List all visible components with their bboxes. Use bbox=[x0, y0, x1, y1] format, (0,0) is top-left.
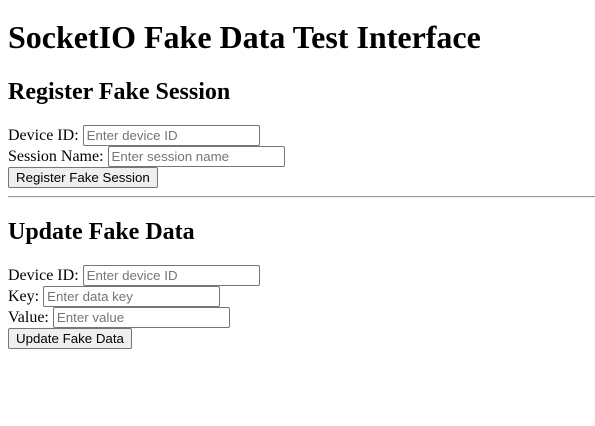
update-value-label: Value: bbox=[8, 308, 49, 326]
update-device-id-input[interactable] bbox=[82, 265, 260, 286]
register-device-row: Device ID: bbox=[8, 125, 260, 146]
register-session-label: Session Name: bbox=[8, 147, 104, 165]
update-value-input[interactable] bbox=[52, 307, 230, 328]
register-device-id-input[interactable] bbox=[82, 125, 260, 146]
update-device-row: Device ID: bbox=[8, 265, 260, 286]
register-fake-session-button[interactable]: Register Fake Session bbox=[8, 167, 158, 188]
section-divider bbox=[8, 196, 595, 198]
register-session-name-input[interactable] bbox=[107, 146, 285, 167]
register-section-heading: Register Fake Session bbox=[8, 79, 231, 105]
update-value-row: Value: bbox=[8, 307, 230, 328]
register-session-row: Session Name: bbox=[8, 146, 285, 167]
page-title: SocketIO Fake Data Test Interface bbox=[8, 19, 481, 55]
update-section-heading: Update Fake Data bbox=[8, 219, 195, 245]
register-device-label: Device ID: bbox=[8, 126, 79, 144]
update-key-label: Key: bbox=[8, 287, 40, 305]
update-fake-data-button[interactable]: Update Fake Data bbox=[8, 328, 132, 349]
update-key-row: Key: bbox=[8, 286, 221, 307]
update-device-label: Device ID: bbox=[8, 266, 79, 284]
update-key-input[interactable] bbox=[43, 286, 221, 307]
